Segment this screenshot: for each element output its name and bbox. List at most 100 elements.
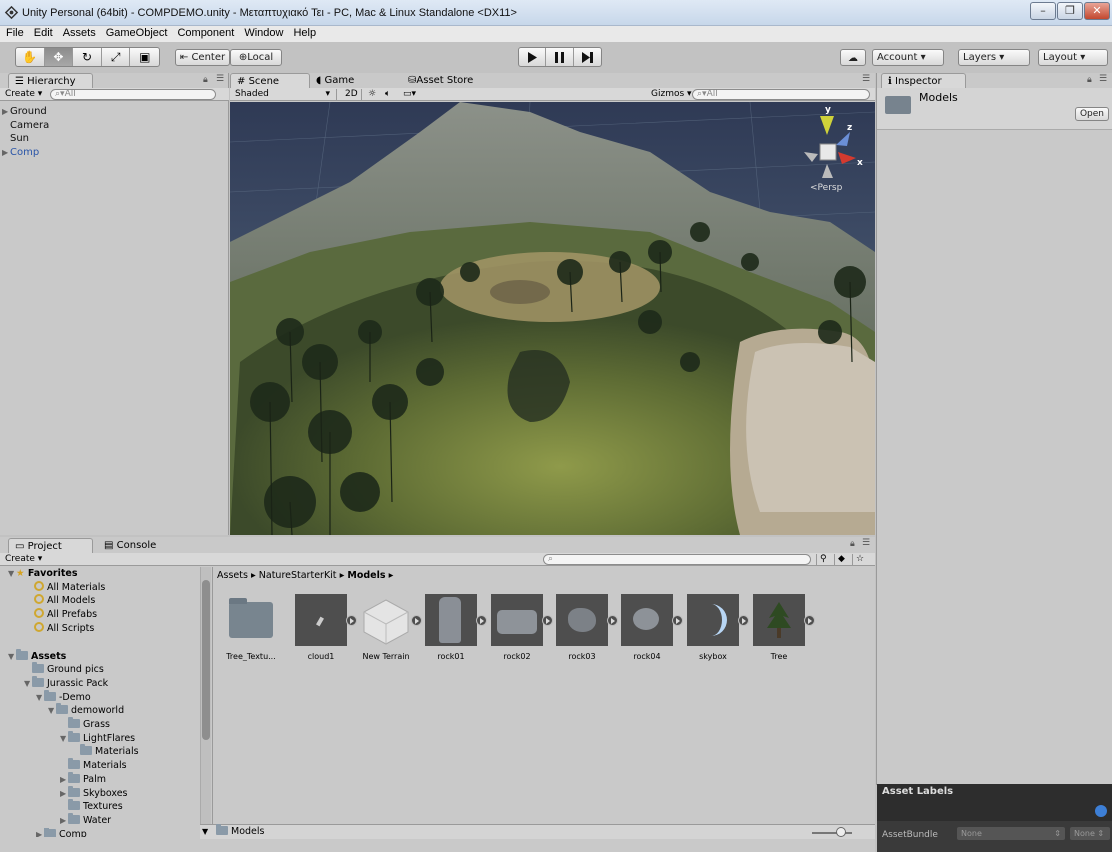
scale-tool-icon[interactable]: ⤢ <box>102 48 131 66</box>
play-button[interactable] <box>519 48 547 66</box>
audio-toggle-icon[interactable]: 🔈︎ <box>382 89 393 100</box>
asset-rock01[interactable]: rock01 <box>420 594 487 661</box>
tab-project[interactable]: ▭ Project <box>8 538 93 553</box>
expand-arrow-icon[interactable]: ▶ <box>60 773 68 787</box>
hand-tool-icon[interactable]: ✋ <box>16 48 45 66</box>
rotate-tool-icon[interactable]: ↻ <box>73 48 102 66</box>
menu-help[interactable]: Help <box>289 26 320 40</box>
lock-icon[interactable]: 🔒︎ <box>203 75 208 85</box>
folder-materials[interactable]: Materials <box>8 758 203 773</box>
panel-menu-icon[interactable]: ☰ <box>1099 74 1107 84</box>
menu-assets[interactable]: Assets <box>59 26 100 40</box>
hierarchy-item-comp[interactable]: ▶ Comp <box>2 146 49 160</box>
folder-jurassic-pack[interactable]: ▼ Jurassic Pack <box>8 675 203 691</box>
tab-scene[interactable]: # Scene <box>230 73 310 88</box>
asset-rock02[interactable]: rock02 <box>486 594 553 661</box>
tree-scrollbar-thumb[interactable] <box>202 580 210 740</box>
asset-cloud1[interactable]: cloud1 <box>290 594 357 661</box>
tree-scrollbar[interactable] <box>200 567 211 832</box>
expand-arrow-icon[interactable]: ▼ <box>36 691 44 705</box>
assetbundle-dropdown[interactable]: None ⇕ <box>957 827 1065 840</box>
favorite-all-scripts[interactable]: All Scripts <box>8 621 203 636</box>
thumbnail-size-slider[interactable] <box>812 832 852 834</box>
hierarchy-item-camera[interactable]: Camera <box>2 119 49 133</box>
asset-tree[interactable]: Tree <box>748 594 815 661</box>
assets-root[interactable]: ▼ Assets <box>8 648 203 664</box>
folder-demo[interactable]: ▼ -Demo <box>8 689 203 705</box>
folder-lightflares[interactable]: ▼ LightFlares <box>8 730 203 746</box>
folder-grass[interactable]: Grass <box>8 717 203 732</box>
asset-rock03[interactable]: rock03 <box>551 594 618 661</box>
panel-menu-icon[interactable]: ☰ <box>862 538 870 548</box>
maximize-button[interactable]: ❐ <box>1057 2 1083 20</box>
favorite-all-materials[interactable]: All Materials <box>8 580 203 595</box>
scene-search-input[interactable]: ⌕▾All <box>692 89 870 100</box>
folder-demoworld[interactable]: ▼ demoworld <box>8 703 203 718</box>
open-button[interactable]: Open <box>1075 107 1109 121</box>
assetbundle-variant-dropdown[interactable]: None ⇕ <box>1070 827 1110 840</box>
effects-image-icon[interactable]: ▭▾ <box>400 89 419 100</box>
hierarchy-create-dropdown[interactable]: Create ▾ <box>2 89 45 100</box>
lock-icon[interactable]: 🔒︎ <box>1087 75 1092 85</box>
folder-lightflares-materials[interactable]: Materials <box>8 744 203 759</box>
rect-tool-icon[interactable]: ▣ <box>130 48 159 66</box>
tab-hierarchy[interactable]: ☰ Hierarchy <box>8 73 93 88</box>
expand-arrow-icon[interactable]: ▼ <box>24 677 32 691</box>
folder-palm[interactable]: ▶ Palm <box>8 771 203 787</box>
label-tag-icon[interactable] <box>1095 805 1107 817</box>
menu-gameobject[interactable]: GameObject <box>102 26 172 40</box>
tab-asset-store[interactable]: ⛁Asset Store <box>402 73 492 88</box>
expand-arrow-icon[interactable]: ▼ <box>48 704 56 718</box>
layers-dropdown[interactable]: Layers ▾ <box>958 49 1030 66</box>
expand-asset-arrow-icon[interactable] <box>804 615 815 626</box>
menu-file[interactable]: File <box>2 26 28 40</box>
hierarchy-search-input[interactable]: ⌕▾All <box>50 89 216 100</box>
expand-arrow-icon[interactable]: ▶ <box>2 146 10 160</box>
expand-arrow-icon[interactable]: ▶ <box>60 814 68 828</box>
project-create-dropdown[interactable]: Create ▾ <box>2 554 45 565</box>
expand-arrow-icon[interactable]: ▶ <box>60 787 68 801</box>
asset-tree-textures-folder[interactable]: Tree_Textu... <box>220 594 282 661</box>
pause-button[interactable] <box>546 48 574 66</box>
mode-2d-toggle[interactable]: 2D <box>342 89 362 100</box>
expand-arrow-icon[interactable]: ▶ <box>36 828 44 837</box>
asset-skybox[interactable]: skybox <box>682 594 749 661</box>
menu-window[interactable]: Window <box>240 26 287 40</box>
folder-textures[interactable]: Textures <box>8 799 203 814</box>
filter-by-type-icon[interactable]: ⚲ <box>816 554 830 565</box>
asset-rock04[interactable]: rock04 <box>616 594 683 661</box>
favorites-header[interactable]: ▼ ★ Favorites <box>8 567 203 581</box>
scene-lighting-icon[interactable]: ☼ <box>365 89 379 100</box>
breadcrumb-item[interactable]: NatureStarterKit <box>259 570 337 581</box>
expand-arrow-icon[interactable]: ▶ <box>2 105 10 119</box>
account-dropdown[interactable]: Account ▾ <box>872 49 944 66</box>
space-local-toggle[interactable]: ⊕Local <box>230 49 282 66</box>
folder-ground-pics[interactable]: Ground pics <box>8 662 203 677</box>
favorite-all-prefabs[interactable]: All Prefabs <box>8 608 203 622</box>
panel-menu-icon[interactable]: ☰ <box>862 74 870 84</box>
folder-skyboxes[interactable]: ▶ Skyboxes <box>8 785 203 801</box>
expand-arrow-icon[interactable]: ▼ <box>60 732 68 746</box>
hierarchy-item-ground[interactable]: ▶ Ground <box>2 105 49 119</box>
favorite-all-models[interactable]: All Models <box>8 594 203 608</box>
pivot-center-toggle[interactable]: ⇤ Center <box>175 49 230 66</box>
minimize-button[interactable]: – <box>1030 2 1056 20</box>
favorite-star-icon[interactable]: ☆ <box>852 554 867 565</box>
folder-comp[interactable]: ▶ Comp <box>8 827 203 837</box>
tab-console[interactable]: ▤ Console <box>98 538 178 553</box>
close-button[interactable]: ✕ <box>1084 2 1110 20</box>
shading-mode-dropdown[interactable]: Shaded ▾ <box>232 89 337 100</box>
filter-by-label-icon[interactable]: ◆ <box>834 554 848 565</box>
move-tool-icon[interactable]: ✥ <box>44 48 74 66</box>
lock-icon[interactable]: 🔒︎ <box>850 539 855 549</box>
project-search-input[interactable]: ⌕ <box>543 554 811 565</box>
tab-game[interactable]: ◖ Game <box>310 73 390 88</box>
menu-edit[interactable]: Edit <box>30 26 57 40</box>
menu-component[interactable]: Component <box>173 26 238 40</box>
scene-viewport[interactable]: y z x <Persp <box>230 102 875 535</box>
expand-arrow-icon[interactable]: ▼ <box>8 650 16 664</box>
gizmos-dropdown[interactable]: Gizmos ▾ <box>648 89 695 100</box>
tab-inspector[interactable]: ℹ Inspector <box>881 73 966 88</box>
layout-dropdown[interactable]: Layout ▾ <box>1038 49 1108 66</box>
panel-menu-icon[interactable]: ☰ <box>216 74 224 84</box>
